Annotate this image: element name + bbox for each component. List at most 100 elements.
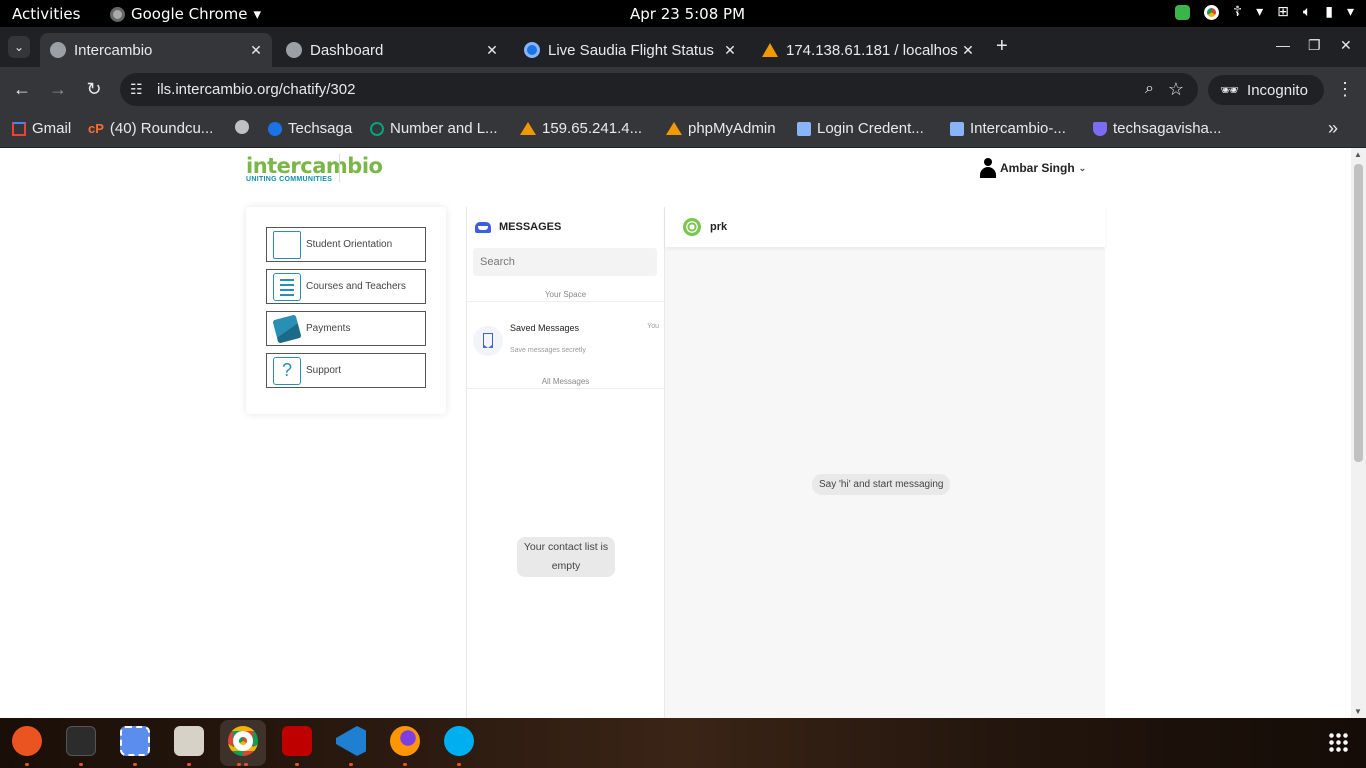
- bookmark-number-and-l[interactable]: Number and L...: [370, 120, 498, 137]
- chrome-icon[interactable]: [228, 726, 258, 756]
- running-indicator: [349, 763, 353, 766]
- chevron-down-icon[interactable]: ▾: [1256, 4, 1263, 20]
- saved-messages-item[interactable]: Saved Messages Save messages secretly Yo…: [473, 320, 659, 360]
- scroll-down-icon[interactable]: ▼: [1354, 707, 1362, 716]
- sidebar-item-label: Student Orientation: [306, 239, 393, 250]
- globe-icon: [286, 42, 302, 58]
- network-icon[interactable]: ⊞: [1277, 4, 1289, 20]
- volume-icon[interactable]: 🔈︎: [1303, 4, 1311, 20]
- bookmark-ip-address[interactable]: 159.65.241.4...: [520, 120, 642, 137]
- more-menu-icon[interactable]: ⋮: [1336, 79, 1354, 100]
- tab-phpmyadmin[interactable]: 174.138.61.181 / localhost ✕: [752, 33, 984, 67]
- bookmark-gmail[interactable]: Gmail: [12, 120, 71, 137]
- bookmark-globe[interactable]: [235, 120, 249, 134]
- address-bar[interactable]: ☷ ils.intercambio.org/chatify/302 ⌕ ☆: [120, 73, 1198, 106]
- bookmark-intercambio[interactable]: Intercambio-...: [950, 120, 1066, 137]
- accessibility-icon[interactable]: ☦: [1233, 4, 1242, 20]
- messages-header: MESSAGES: [475, 221, 561, 233]
- vscode-icon[interactable]: [336, 726, 366, 756]
- tab-title: Live Saudia Flight Status: [548, 41, 714, 59]
- sidebar-item-courses-and-teachers[interactable]: Courses and Teachers: [266, 269, 426, 304]
- scrollbar-thumb[interactable]: [1354, 164, 1363, 462]
- close-icon[interactable]: ✕: [482, 42, 502, 59]
- logo-wordmark: intercambio: [246, 154, 383, 178]
- minimize-icon[interactable]: —: [1276, 37, 1290, 53]
- app-grid-icon[interactable]: [1328, 732, 1348, 752]
- site-logo[interactable]: intercambio UNITING COMMUNITIES: [246, 154, 383, 184]
- chat-header: prk: [665, 207, 1105, 247]
- url-text[interactable]: ils.intercambio.org/chatify/302: [157, 81, 355, 98]
- more-bookmarks-icon[interactable]: »: [1328, 118, 1338, 139]
- inbox-icon: [475, 221, 491, 233]
- battery-icon[interactable]: ▮: [1325, 4, 1333, 20]
- globe-icon: [235, 120, 249, 134]
- tab-search-button[interactable]: ⌄: [8, 36, 30, 58]
- chrome-icon: [110, 6, 125, 22]
- new-tab-button[interactable]: +: [996, 35, 1008, 58]
- clock[interactable]: Apr 23 5:08 PM: [630, 5, 745, 23]
- bookmark-phpmyadmin[interactable]: phpMyAdmin: [666, 120, 776, 137]
- sidebar-item-support[interactable]: ? Support: [266, 353, 426, 388]
- sidebar-menu: Student Orientation Courses and Teachers…: [246, 207, 446, 414]
- close-icon[interactable]: ✕: [246, 42, 266, 59]
- running-indicator: [133, 763, 137, 766]
- firefox-icon[interactable]: [390, 726, 420, 756]
- restore-icon[interactable]: ❐: [1308, 37, 1321, 54]
- back-icon[interactable]: ←: [10, 79, 34, 100]
- running-indicator: [403, 763, 407, 766]
- running-indicator: [457, 763, 461, 766]
- shield-check-icon[interactable]: [1174, 4, 1190, 20]
- running-indicator: [25, 763, 29, 766]
- forward-icon[interactable]: →: [46, 79, 70, 100]
- sidebar-item-payments[interactable]: Payments: [266, 311, 426, 346]
- tab-saudia-flight-status[interactable]: Live Saudia Flight Status ✕: [514, 33, 746, 67]
- terminal-icon[interactable]: [66, 726, 96, 756]
- close-icon[interactable]: ✕: [720, 42, 740, 59]
- running-indicator: [244, 763, 248, 766]
- bookmark-login-credentials[interactable]: Login Credent...: [797, 120, 924, 137]
- site-settings-icon[interactable]: ☷: [130, 81, 143, 98]
- tab-dashboard[interactable]: Dashboard ✕: [276, 33, 508, 67]
- chevron-down-icon[interactable]: ▾: [1347, 4, 1354, 20]
- skype-icon[interactable]: [444, 726, 474, 756]
- star-icon[interactable]: ☆: [1168, 79, 1184, 100]
- bookmark-label: phpMyAdmin: [688, 120, 776, 137]
- activities-button[interactable]: Activities: [12, 5, 80, 23]
- cpanel-icon: cP: [88, 121, 104, 136]
- bookmark-icon-wrapper: [473, 326, 503, 356]
- globe-icon: [50, 42, 66, 58]
- text-editor-icon[interactable]: [12, 726, 42, 756]
- bookmark-techsagavisha[interactable]: techsagavisha...: [1093, 120, 1221, 137]
- sidebar-item-student-orientation[interactable]: Student Orientation: [266, 227, 426, 262]
- close-window-icon[interactable]: ✕: [1340, 37, 1352, 54]
- user-menu[interactable]: Ambar Singh ⌄: [980, 158, 1086, 178]
- close-icon[interactable]: ✕: [958, 42, 978, 59]
- chat-contact-name[interactable]: prk: [710, 221, 727, 233]
- avatar[interactable]: [683, 218, 701, 236]
- incognito-badge[interactable]: 🕶︎ Incognito: [1208, 75, 1324, 105]
- page-scrollbar[interactable]: ▲ ▼: [1351, 148, 1366, 718]
- bookmark-techsaga[interactable]: Techsaga: [268, 120, 352, 137]
- screenshot-icon[interactable]: [120, 726, 150, 756]
- logo-word-b: cambio: [300, 154, 383, 178]
- tab-intercambio[interactable]: Intercambio ✕: [40, 33, 272, 67]
- filezilla-icon[interactable]: [282, 726, 312, 756]
- zoom-icon[interactable]: ⌕: [1145, 80, 1154, 98]
- app-menu[interactable]: Google Chrome ▾: [110, 5, 261, 23]
- header-divider: [339, 154, 340, 182]
- logo-word-a: inter: [246, 154, 301, 178]
- running-indicator: [187, 763, 191, 766]
- sidebar-item-label: Payments: [306, 323, 351, 334]
- system-tray[interactable]: ☦ ▾ ⊞ 🔈︎ ▮ ▾: [1174, 4, 1354, 20]
- incognito-label: Incognito: [1247, 81, 1308, 99]
- reload-icon[interactable]: ↻: [82, 79, 106, 100]
- bookmark-roundcube[interactable]: cP (40) Roundcu...: [88, 120, 213, 137]
- incognito-icon: 🕶︎: [1220, 82, 1240, 99]
- chrome-icon[interactable]: [1203, 4, 1219, 20]
- tab-strip: ⌄ Intercambio ✕ Dashboard ✕ Live Saudia …: [0, 27, 1366, 67]
- user-name: Ambar Singh: [1000, 161, 1075, 175]
- search-input[interactable]: [473, 248, 657, 276]
- scroll-up-icon[interactable]: ▲: [1354, 150, 1362, 159]
- files-icon[interactable]: [174, 726, 204, 756]
- page-viewport: intercambio UNITING COMMUNITIES Ambar Si…: [0, 148, 1366, 718]
